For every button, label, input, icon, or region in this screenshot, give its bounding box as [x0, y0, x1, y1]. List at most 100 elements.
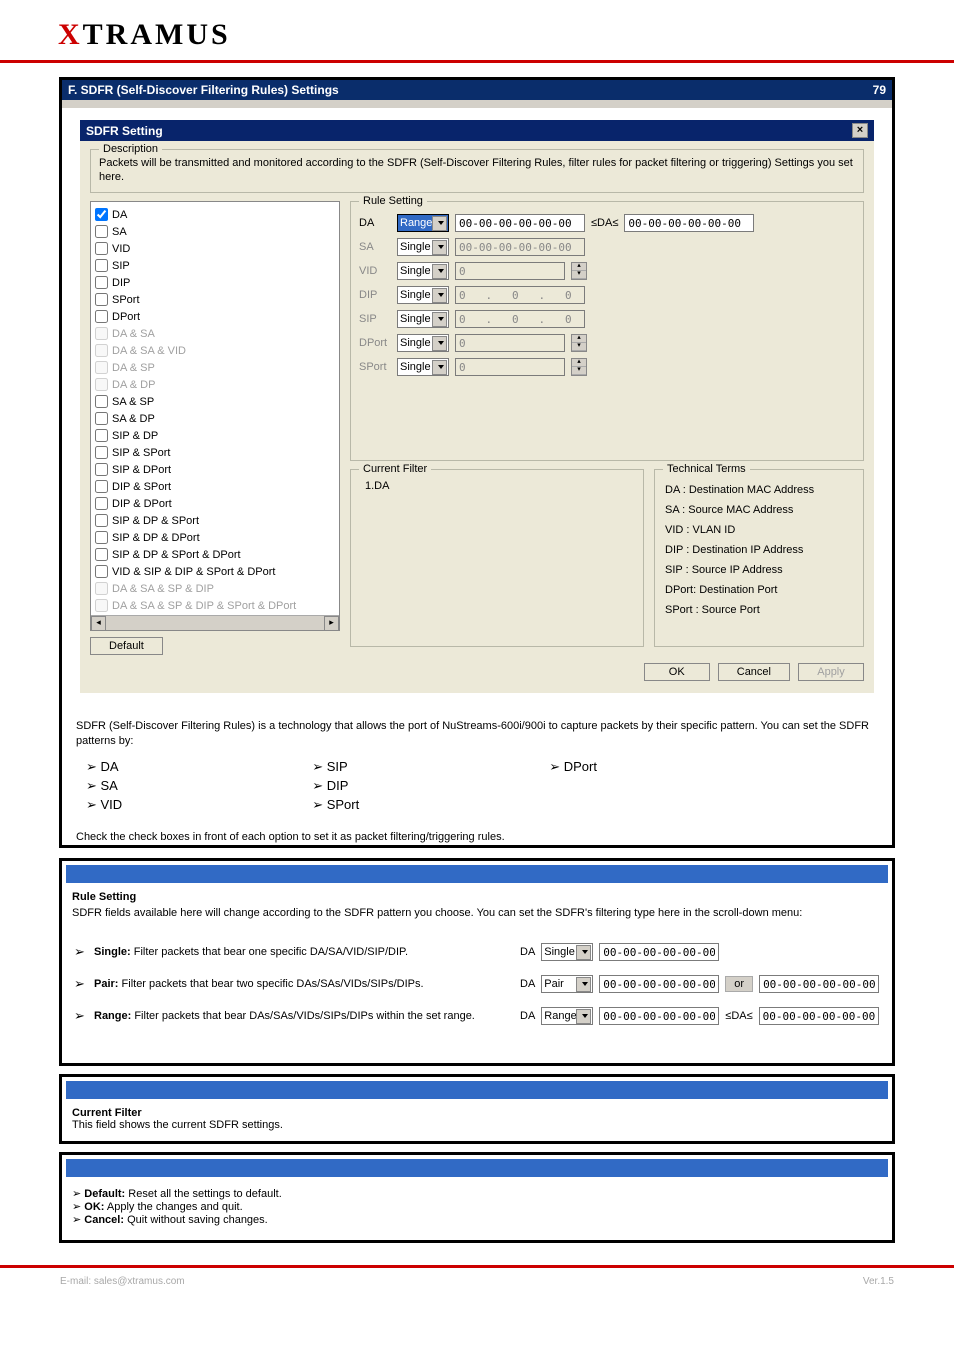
rule-row-vid: VID▴▾	[359, 262, 855, 280]
term-item: DA : Destination MAC Address	[665, 480, 853, 500]
value-input-2[interactable]	[624, 214, 754, 232]
rule-setting-group: Rule Setting DA≤DA≤SAVID▴▾DIPSIPDPort▴▾S…	[350, 201, 864, 461]
bullet-item: DA	[86, 759, 122, 775]
section-title: F. SDFR (Self-Discover Filtering Rules) …	[68, 83, 339, 97]
rule-row-sport: SPort▴▾	[359, 358, 855, 376]
pattern-checkbox[interactable]: SIP & DP & SPort & DPort	[93, 546, 337, 563]
pattern-checkbox[interactable]: SA & SP	[93, 393, 337, 410]
pattern-checklist[interactable]: DA SA VID SIP DIP SPort DPort DA & SA DA…	[90, 201, 340, 631]
term-item: VID : VLAN ID	[665, 520, 853, 540]
h-scrollbar[interactable]: ◂ ▸	[91, 615, 339, 630]
rule-row-da: DA≤DA≤	[359, 214, 855, 232]
pattern-checkbox[interactable]: VID	[93, 240, 337, 257]
example-value-2[interactable]	[759, 1007, 879, 1025]
current-filter-explain: Current FilterThis field shows the curre…	[59, 1074, 895, 1144]
cancel-button[interactable]: Cancel	[718, 663, 790, 681]
pattern-checkbox[interactable]: SIP & SPort	[93, 444, 337, 461]
value-input	[455, 286, 585, 304]
example-row: ➢Range: Filter packets that bear DAs/SAs…	[74, 1007, 880, 1025]
term-item: SIP : Source IP Address	[665, 560, 853, 580]
bullet-item: DPort	[549, 759, 597, 775]
bullet-item: VID	[86, 797, 122, 813]
pattern-checkbox: DA & SA & SP & DIP	[93, 580, 337, 597]
scroll-right-icon[interactable]: ▸	[324, 616, 339, 631]
current-filter-group: Current Filter 1.DA	[350, 469, 644, 647]
pattern-checkbox[interactable]: SIP & DP	[93, 427, 337, 444]
spinner-icon: ▴▾	[571, 358, 587, 376]
default-button[interactable]: Default	[90, 637, 163, 655]
pattern-checkbox[interactable]: SPort	[93, 291, 337, 308]
mode-select[interactable]	[397, 214, 449, 232]
pattern-checkbox[interactable]: DA	[93, 206, 337, 223]
term-item: SA : Source MAC Address	[665, 500, 853, 520]
section-number: 79	[873, 83, 886, 97]
example-mode[interactable]	[541, 975, 593, 993]
current-filter-item: 1.DA	[359, 476, 635, 496]
example-row: ➢Pair: Filter packets that bear two spec…	[74, 975, 880, 993]
description-text: Packets will be transmitted and monitore…	[99, 156, 855, 184]
button-explain-item: ➢ OK: Apply the changes and quit.	[72, 1200, 882, 1213]
pattern-checkbox: DA & SA & SP & DIP & SPort & DPort	[93, 597, 337, 614]
pattern-checkbox: DA & SA & VID	[93, 342, 337, 359]
bullet-item: DIP	[312, 778, 359, 794]
pattern-checkbox[interactable]: DIP & DPort	[93, 495, 337, 512]
pattern-checkbox[interactable]: SIP & DPort	[93, 461, 337, 478]
pattern-checkbox: DA & SA	[93, 325, 337, 342]
value-input	[455, 310, 585, 328]
value-input	[455, 358, 565, 376]
rule-row-sip: SIP	[359, 310, 855, 328]
example-mode[interactable]	[541, 943, 593, 961]
example-value[interactable]	[599, 943, 719, 961]
mode-select	[397, 358, 449, 376]
ok-button[interactable]: OK	[644, 663, 710, 681]
brand-logo: XTRAMUS	[0, 0, 954, 58]
apply-button[interactable]: Apply	[798, 663, 864, 681]
divider	[0, 1265, 954, 1268]
pattern-checkbox: DA & SP	[93, 359, 337, 376]
example-row: ➢Single: Filter packets that bear one sp…	[74, 943, 880, 961]
close-icon[interactable]: ×	[852, 123, 868, 138]
bullet-item: SPort	[312, 797, 359, 813]
scroll-left-icon[interactable]: ◂	[91, 616, 106, 631]
pattern-checkbox[interactable]: SA	[93, 223, 337, 240]
rule-setting-explain-head	[66, 865, 888, 883]
dialog-title: SDFR Setting	[86, 124, 163, 138]
term-item: DPort: Destination Port	[665, 580, 853, 600]
pattern-checkbox[interactable]: SA & DP	[93, 410, 337, 427]
rule-row-dip: DIP	[359, 286, 855, 304]
sdfr-dialog: SDFR Setting × Description Packets will …	[80, 120, 874, 693]
pattern-checkbox[interactable]: SIP & DP & DPort	[93, 529, 337, 546]
mode-select	[397, 310, 449, 328]
term-item: SPort : Source Port	[665, 600, 853, 620]
spinner-icon: ▴▾	[571, 262, 587, 280]
pattern-checkbox[interactable]: DIP	[93, 274, 337, 291]
button-explain-item: ➢ Cancel: Quit without saving changes.	[72, 1213, 882, 1226]
bullet-item: SIP	[312, 759, 359, 775]
buttons-explain: ➢ Default: Reset all the settings to def…	[59, 1152, 895, 1243]
rule-row-sa: SA	[359, 238, 855, 256]
bullet-item: SA	[86, 778, 122, 794]
mode-select	[397, 286, 449, 304]
term-item: DIP : Destination IP Address	[665, 540, 853, 560]
example-value-2[interactable]	[759, 975, 879, 993]
technical-terms-group: Technical Terms DA : Destination MAC Add…	[654, 469, 864, 647]
example-value[interactable]	[599, 1007, 719, 1025]
pattern-checkbox: DA & DP	[93, 376, 337, 393]
mode-select	[397, 334, 449, 352]
value-input	[455, 238, 585, 256]
mode-select	[397, 238, 449, 256]
pattern-checkbox[interactable]: DIP & SPort	[93, 478, 337, 495]
pattern-checkbox[interactable]: SIP & DP & SPort	[93, 512, 337, 529]
section-frame: F. SDFR (Self-Discover Filtering Rules) …	[59, 77, 895, 848]
pattern-checkbox[interactable]: VID & SIP & DIP & SPort & DPort	[93, 563, 337, 580]
pattern-checkbox[interactable]: DPort	[93, 308, 337, 325]
rule-setting-explain: Rule Setting SDFR fields available here …	[59, 858, 895, 1066]
example-value[interactable]	[599, 975, 719, 993]
rule-row-dport: DPort▴▾	[359, 334, 855, 352]
pattern-checkbox[interactable]: SIP	[93, 257, 337, 274]
button-explain-item: ➢ Default: Reset all the settings to def…	[72, 1187, 882, 1200]
description-group: Description Packets will be transmitted …	[90, 149, 864, 193]
example-mode[interactable]	[541, 1007, 593, 1025]
divider	[0, 60, 954, 63]
value-input[interactable]	[455, 214, 585, 232]
